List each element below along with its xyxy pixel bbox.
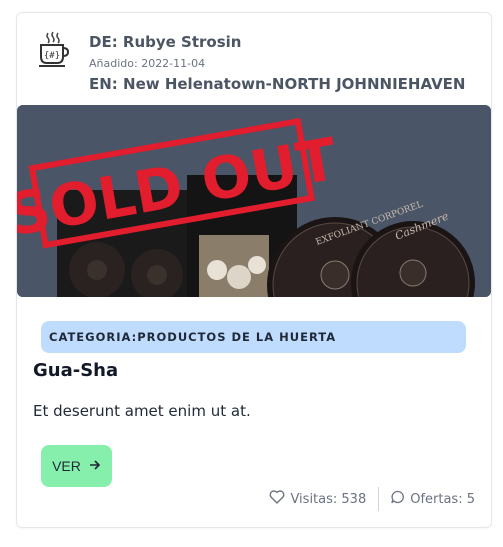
product-image: EXFOLIANT CORPOREL Cashmere SOLD OUT	[17, 105, 491, 297]
visits-stat: Visitas: 538	[269, 490, 366, 508]
visits-count: Visitas: 538	[290, 491, 367, 507]
product-description: Et deserunt amet enim ut at.	[33, 402, 251, 420]
card-stats: Visitas: 538 Ofertas: 5	[269, 487, 475, 511]
stats-divider	[378, 487, 380, 511]
card-header: {#} DE: Rubye Strosin Añadido: 2022-11-0…	[17, 13, 491, 105]
sender-name: DE: Rubye Strosin	[89, 33, 242, 51]
svg-text:{#}: {#}	[44, 51, 60, 61]
destination: EN: New Helenatown-NORTH JOHNNIEHAVEN	[89, 75, 466, 93]
arrow-right-icon	[89, 458, 101, 474]
heart-icon	[269, 490, 285, 508]
coffee-hashtag-icon: {#}	[36, 29, 70, 69]
offers-count: Ofertas: 5	[410, 491, 475, 507]
product-card: {#} DE: Rubye Strosin Añadido: 2022-11-0…	[16, 12, 492, 528]
comment-icon	[391, 490, 405, 508]
added-date: Añadido: 2022-11-04	[89, 57, 206, 70]
category-badge: CATEGORIA:PRODUCTOS DE LA HUERTA	[41, 321, 466, 353]
offers-stat: Ofertas: 5	[391, 490, 475, 508]
sold-out-product-photo: EXFOLIANT CORPOREL Cashmere SOLD OUT	[17, 105, 491, 297]
view-button-label: VER	[52, 458, 81, 474]
view-button[interactable]: VER	[41, 445, 112, 487]
product-title: Gua-Sha	[33, 360, 119, 381]
